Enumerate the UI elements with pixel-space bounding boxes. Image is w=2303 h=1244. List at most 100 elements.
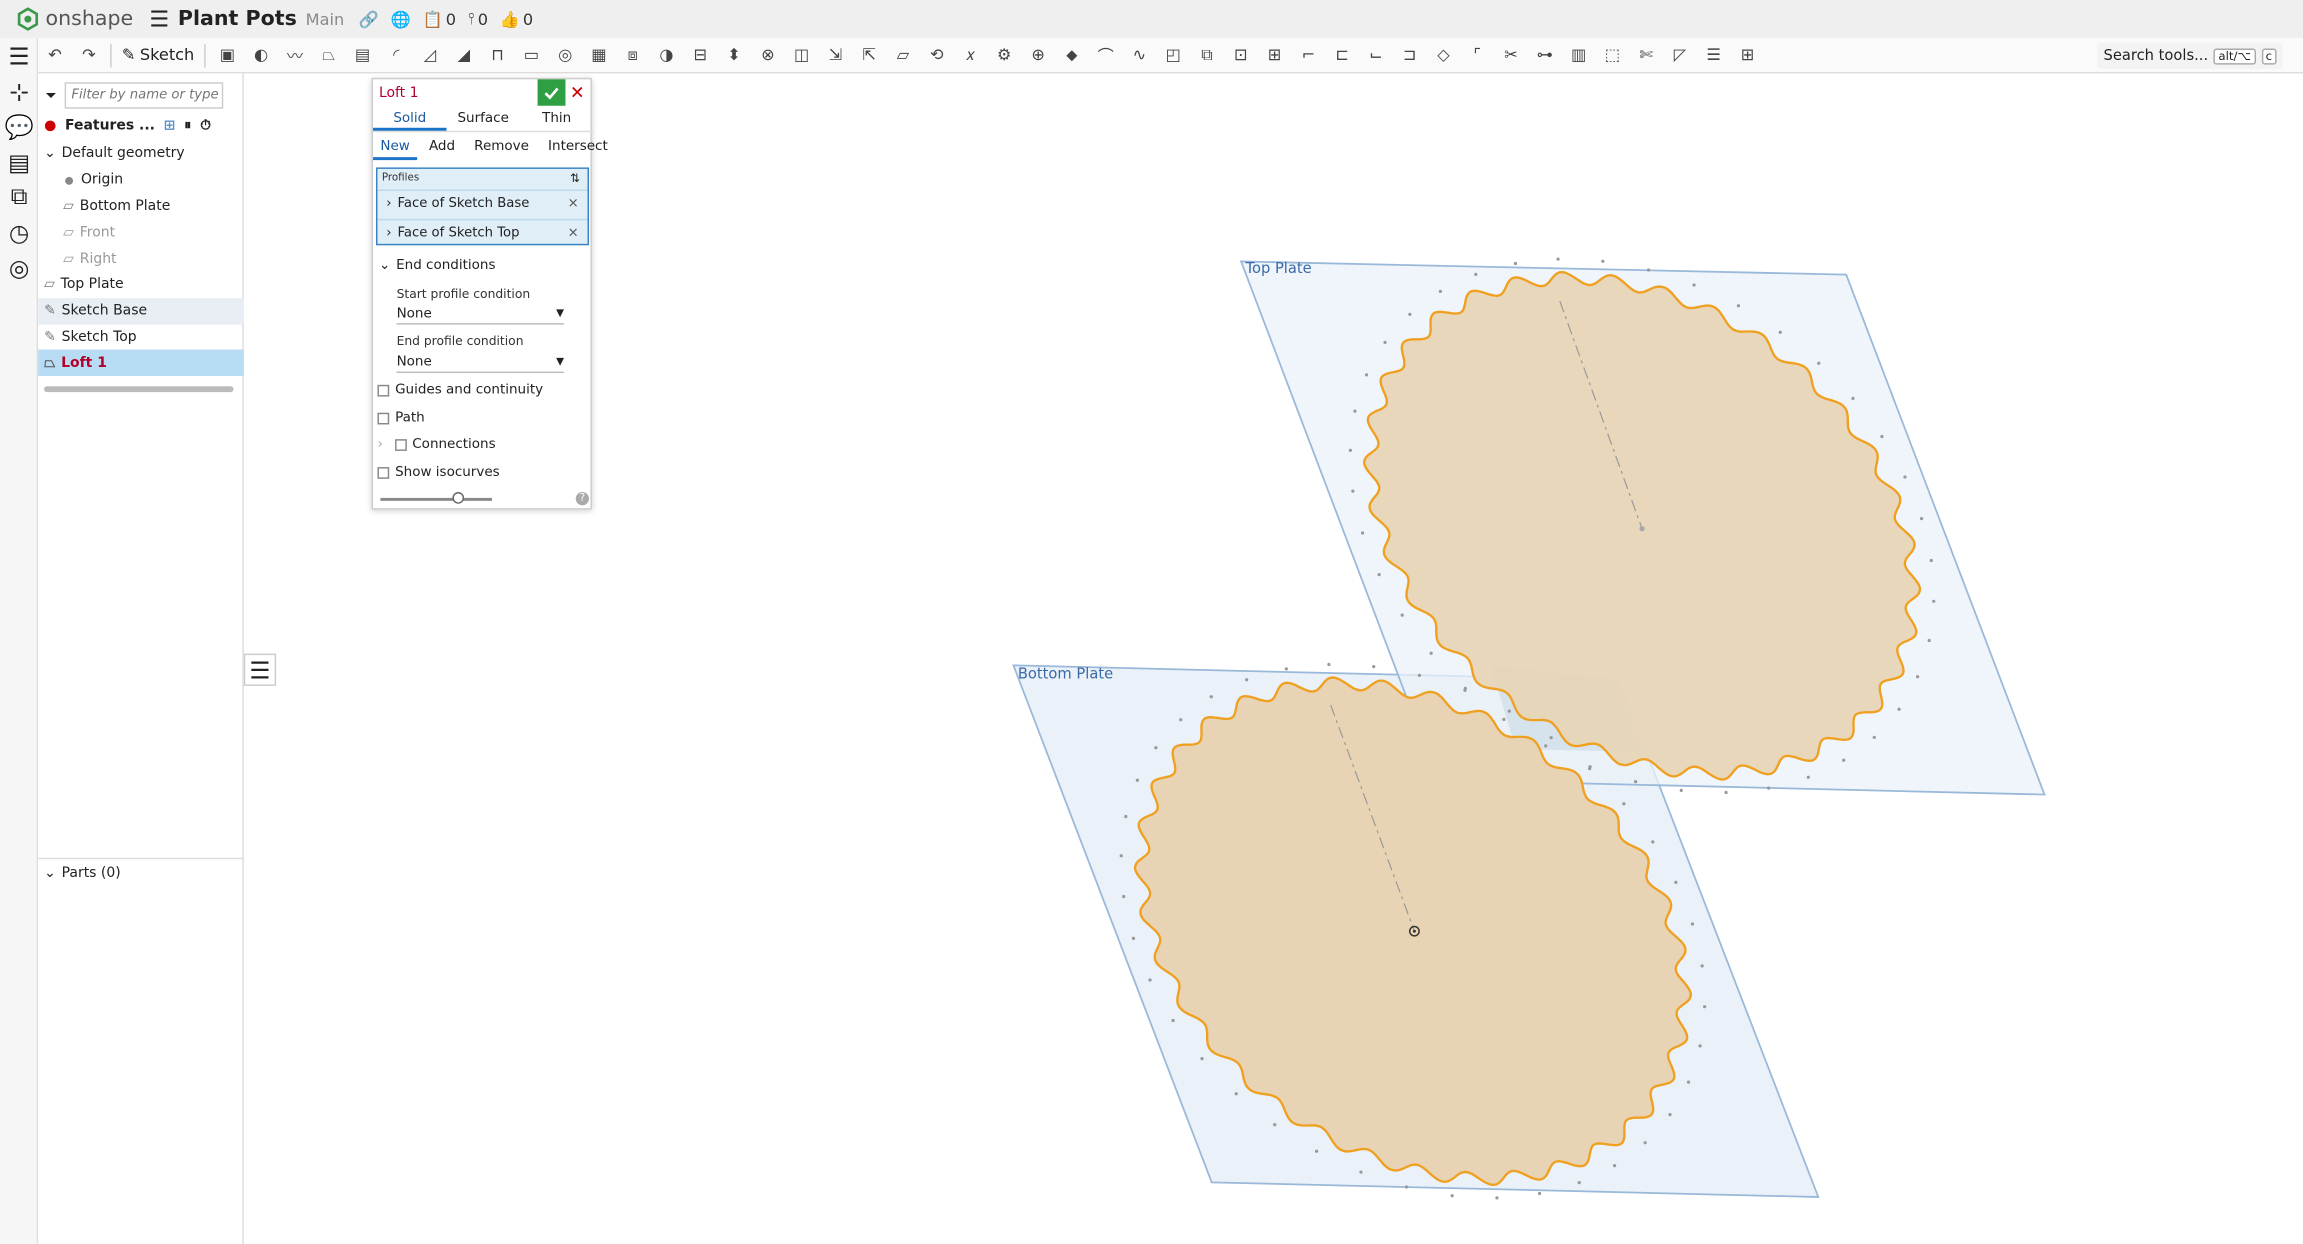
base-sketch-face[interactable] <box>1133 676 1693 1187</box>
viewport-3d[interactable] <box>0 0 2303 1244</box>
form-icon[interactable]: ◇ <box>1432 43 1456 67</box>
top-center-point[interactable] <box>1639 526 1645 532</box>
sheet-metal-icon[interactable]: ⊞ <box>1263 43 1287 67</box>
extrude-icon[interactable]: ▣ <box>216 43 240 67</box>
tab-add[interactable]: Add <box>417 135 462 160</box>
sweep-icon[interactable]: 〰 <box>283 43 307 67</box>
top-plate-plane[interactable] <box>1239 260 2046 796</box>
timer-icon[interactable]: ⏱ <box>200 118 211 134</box>
draft-icon[interactable]: ◢ <box>452 43 476 67</box>
split-icon[interactable]: ⊟ <box>689 43 713 67</box>
unfold-icon[interactable]: ⊐ <box>1398 43 1422 67</box>
end-conditions-toggle[interactable]: ⌄ End conditions <box>379 257 496 273</box>
configure-icon[interactable]: ⚙ <box>993 43 1017 67</box>
mirror-icon[interactable]: ⧈ <box>621 43 645 67</box>
documents-count[interactable]: 📋 0 <box>423 10 456 29</box>
flange-icon[interactable]: ⌐ <box>1297 43 1321 67</box>
variable-icon[interactable]: 𝑥 <box>959 43 983 67</box>
search-tools-button[interactable]: Search tools... alt/⌥ c <box>2097 42 2283 70</box>
connections-checkbox[interactable]: › Connections <box>377 436 495 452</box>
project-icon[interactable]: ⧉ <box>1195 43 1219 67</box>
frame-icon[interactable]: ⬚ <box>1601 43 1625 67</box>
insert-icon[interactable]: ⊞ <box>1736 43 1760 67</box>
helix-icon[interactable]: ⟲ <box>925 43 949 67</box>
history-icon[interactable]: ◷ <box>0 214 38 249</box>
filter-input[interactable] <box>64 82 223 109</box>
feature-list-icon[interactable]: ☰ <box>0 38 38 73</box>
loft-icon[interactable]: ⏢ <box>317 43 341 67</box>
pause-icon[interactable]: ⏸ <box>184 118 191 134</box>
redo-icon[interactable]: ↷ <box>77 43 101 67</box>
onshape-logo[interactable]: onshape <box>16 7 133 31</box>
likes-count[interactable]: 👍 0 <box>500 10 533 29</box>
document-title[interactable]: Plant Pots <box>178 7 297 31</box>
rib-icon[interactable]: ⊓ <box>486 43 510 67</box>
tab-icon[interactable]: ⊏ <box>1330 43 1354 67</box>
variables-icon[interactable]: ⊹ <box>0 73 38 108</box>
replace-icon[interactable]: ⇲ <box>824 43 848 67</box>
branch-name[interactable]: Main <box>306 10 345 29</box>
isocurves-checkbox[interactable]: Show isocurves <box>377 464 500 480</box>
mate-connector-icon[interactable]: ⊕ <box>1026 43 1050 67</box>
tree-item-top-plate[interactable]: ▱ Top Plate <box>38 272 244 298</box>
remove-profile-icon[interactable]: × <box>568 225 579 240</box>
delete-icon[interactable]: ⊗ <box>756 43 780 67</box>
appearance-icon[interactable]: ▤ <box>0 144 38 179</box>
path-checkbox[interactable]: Path <box>377 410 425 426</box>
tree-item-front[interactable]: ▱ Front <box>38 219 244 245</box>
corner-icon[interactable]: ⌜ <box>1465 43 1489 67</box>
versions-count[interactable]: ⫯ 0 <box>468 9 488 30</box>
tree-scrollbar[interactable] <box>44 386 234 393</box>
thicken-icon[interactable]: ▤ <box>351 43 375 67</box>
hamburger-menu-icon[interactable]: ☰ <box>149 6 169 32</box>
tree-item-origin[interactable]: ● Origin <box>38 167 244 193</box>
tree-item-sketch-base[interactable]: ✎ Sketch Base <box>38 297 244 324</box>
cancel-button[interactable]: ✕ <box>570 82 585 103</box>
profile-item[interactable]: › Face of Sketch Top × <box>377 218 588 245</box>
wrap-icon[interactable]: ◰ <box>1161 43 1185 67</box>
filter-icon[interactable]: ⏷ <box>46 87 57 103</box>
profile-item[interactable]: › Face of Sketch Base × <box>377 189 588 215</box>
bend-icon[interactable]: ⌙ <box>1364 43 1388 67</box>
curve-icon[interactable]: ⌒ <box>1094 43 1118 67</box>
spline-icon[interactable]: ∿ <box>1128 43 1152 67</box>
link-icon[interactable]: 🔗 <box>359 10 379 29</box>
tree-item-sketch-top[interactable]: ✎ Sketch Top <box>38 324 244 350</box>
tree-item-default-geometry[interactable]: ⌄ Default geometry <box>38 141 244 167</box>
instances-icon[interactable]: ⧉ <box>0 179 38 214</box>
slider-knob[interactable] <box>452 492 465 504</box>
reorder-icon[interactable]: ⇅ <box>570 172 580 185</box>
table-icon[interactable]: ▥ <box>1567 43 1591 67</box>
top-sketch-face[interactable] <box>1362 270 1922 781</box>
tab-remove[interactable]: Remove <box>462 135 536 160</box>
plane-icon[interactable]: ▱ <box>891 43 915 67</box>
move-face-icon[interactable]: ⇱ <box>857 43 881 67</box>
profiles-field[interactable]: Profiles ⇅ › Face of Sketch Base × › Face o… <box>376 167 589 246</box>
tab-surface[interactable]: Surface <box>447 107 520 131</box>
remove-profile-icon[interactable]: × <box>568 196 579 211</box>
tree-item-bottom-plate[interactable]: ▱ Bottom Plate <box>38 193 244 219</box>
joint-icon[interactable]: ⊶ <box>1533 43 1557 67</box>
transform-icon[interactable]: ⬍ <box>722 43 746 67</box>
pattern-icon[interactable]: ▦ <box>587 43 611 67</box>
chamfer-icon[interactable]: ◿ <box>418 43 442 67</box>
sketch-button[interactable]: ✎ Sketch <box>116 46 200 65</box>
measure-icon[interactable]: ◎ <box>0 250 38 285</box>
add-folder-icon[interactable]: ⊞ <box>164 118 176 134</box>
shell-icon[interactable]: ▭ <box>520 43 544 67</box>
offset-icon[interactable]: ◫ <box>790 43 814 67</box>
tag-icon[interactable]: ⬥ <box>1060 43 1084 67</box>
origin-marker[interactable] <box>1408 925 1420 937</box>
comments-icon[interactable]: 💬 <box>0 109 38 144</box>
hole-icon[interactable]: ◎ <box>553 43 577 67</box>
undo-icon[interactable]: ↶ <box>43 43 67 67</box>
tree-item-right[interactable]: ▱ Right <box>38 246 244 272</box>
tab-thin[interactable]: Thin <box>520 107 593 131</box>
rip-icon[interactable]: ✂ <box>1499 43 1523 67</box>
section-icon[interactable]: ⊡ <box>1229 43 1253 67</box>
trim-icon[interactable]: ✄ <box>1634 43 1658 67</box>
gusset-icon[interactable]: ◸ <box>1668 43 1692 67</box>
guides-checkbox[interactable]: Guides and continuity <box>377 382 543 398</box>
globe-icon[interactable]: 🌐 <box>391 10 411 29</box>
tab-new[interactable]: New <box>373 135 418 161</box>
